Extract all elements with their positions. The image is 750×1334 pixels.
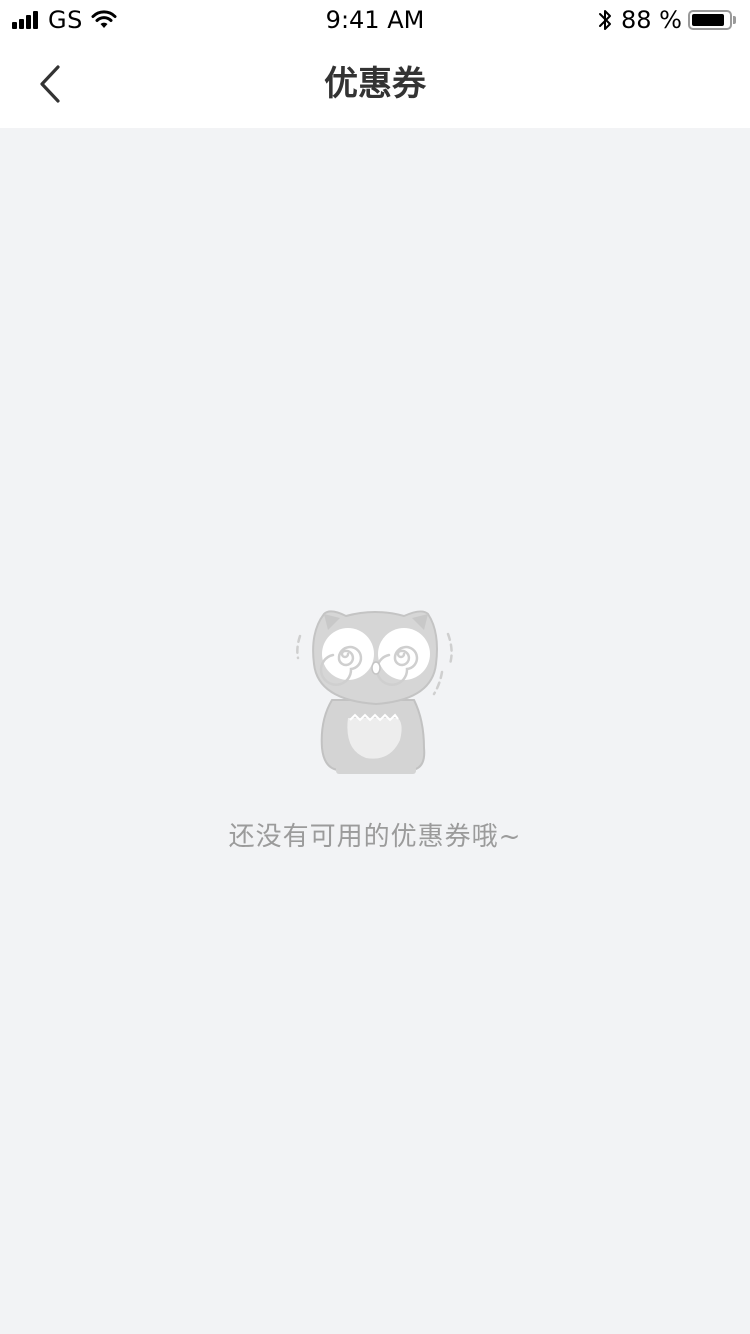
dizzy-owl-illustration [296,610,453,774]
battery-fill [692,14,724,26]
status-right: 88 % [597,0,736,40]
coupons-screen: GS 9:41 AM 88 % 优惠券 还没有可用的优惠券哦~ [0,0,750,1334]
battery-cap [733,16,736,24]
bluetooth-icon [599,10,612,30]
chevron-left-icon [40,65,60,103]
battery-icon [688,10,732,30]
back-button[interactable] [20,56,80,112]
page-title: 优惠券 [324,64,426,104]
empty-message: 还没有可用的优惠券哦~ [228,822,522,852]
battery-percent: 88 % [621,6,682,34]
nav-bar: 优惠券 [0,40,750,128]
status-bar: GS 9:41 AM 88 % [0,0,750,40]
empty-state: 还没有可用的优惠券哦~ [0,600,750,853]
